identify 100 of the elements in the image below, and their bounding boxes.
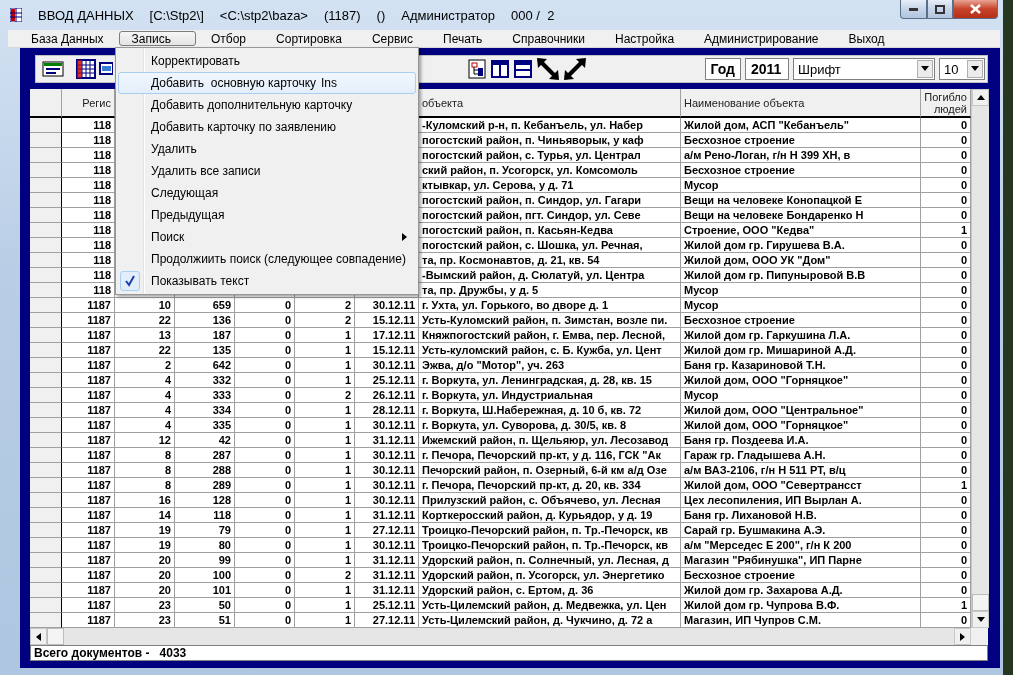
minimize-button[interactable] — [900, 0, 927, 19]
table-cell: 0 — [235, 583, 295, 598]
menu-item[interactable]: Настройка — [600, 31, 690, 47]
menu-item[interactable]: Сервис — [356, 31, 428, 47]
table-cell: 0 — [235, 493, 295, 508]
row-header[interactable] — [30, 193, 62, 208]
dropdown-arrow-icon — [921, 65, 929, 73]
row-header[interactable] — [30, 568, 62, 583]
table-cell: та, пр. Космонавтов, д. 21, кв. 54 — [419, 253, 681, 268]
row-header[interactable] — [30, 238, 62, 253]
column-header[interactable]: Наименование объекта — [681, 89, 921, 118]
scroll-right-button[interactable] — [954, 628, 971, 645]
scroll-thumb[interactable] — [47, 628, 64, 645]
row-header[interactable] — [30, 493, 62, 508]
table-cell: г. Печора, Печорский пр-кт, д. 20, кв. 334 — [419, 478, 681, 493]
table-cell: Прилузский район, с. Объячево, ул. Лесная — [419, 493, 681, 508]
menu-item[interactable]: Печать — [428, 31, 498, 47]
table-cell: 20 — [115, 568, 175, 583]
menu-option[interactable]: Корректировать — [118, 50, 416, 72]
table-cell: Усть-куломский район, с. Б. Кужба, ул. Цент — [419, 343, 681, 358]
row-header[interactable] — [30, 268, 62, 283]
row-header[interactable] — [30, 508, 62, 523]
menu-option[interactable]: Удалить — [118, 138, 416, 160]
row-header[interactable] — [30, 253, 62, 268]
menu-item[interactable]: Справочники — [497, 31, 600, 47]
scroll-thumb[interactable] — [972, 594, 989, 611]
row-header[interactable] — [30, 208, 62, 223]
diagonal-arrow-icon[interactable] — [536, 57, 560, 81]
row-header[interactable] — [30, 298, 62, 313]
scroll-down-button[interactable] — [972, 611, 989, 628]
menu-option[interactable]: Добавить дополнительную карточку — [118, 94, 416, 116]
year-field[interactable]: 2011 — [745, 58, 789, 80]
row-header[interactable] — [30, 373, 62, 388]
table-cell: 1187 — [62, 433, 115, 448]
scroll-left-button[interactable] — [30, 628, 47, 645]
menu-item[interactable]: Администрирование — [689, 31, 834, 47]
row-header[interactable] — [30, 223, 62, 238]
rows-icon[interactable] — [513, 59, 533, 79]
row-header[interactable] — [30, 478, 62, 493]
font-select[interactable]: Шрифт — [793, 58, 935, 80]
menu-option[interactable]: Следующая — [118, 182, 416, 204]
table-icon[interactable] — [76, 59, 96, 79]
row-header[interactable] — [30, 283, 62, 298]
vertical-scrollbar[interactable] — [971, 89, 989, 628]
table-cell: 0 — [235, 568, 295, 583]
table-cell: Жилой дом, ООО "Севертрансст — [681, 478, 921, 493]
maximize-button[interactable] — [927, 0, 953, 19]
row-header[interactable] — [30, 118, 62, 133]
menu-option[interactable]: Удалить все записи — [118, 160, 416, 182]
table-cell: Строение, ООО "Кедва" — [681, 223, 921, 238]
row-header[interactable] — [30, 523, 62, 538]
table-cell: 80 — [175, 538, 235, 553]
menu-option[interactable]: Добавить карточку по заявлению — [118, 116, 416, 138]
row-header[interactable] — [30, 613, 62, 628]
row-header[interactable] — [30, 538, 62, 553]
form-icon[interactable] — [42, 59, 64, 79]
table-cell: г. Воркута, ул. Индустриальная — [419, 388, 681, 403]
tree-icon[interactable] — [467, 59, 487, 79]
row-header[interactable] — [30, 418, 62, 433]
menu-option[interactable]: Добавить основную карточку Ins — [118, 72, 416, 94]
menu-item[interactable]: Запись — [118, 31, 196, 47]
row-header[interactable] — [30, 598, 62, 613]
row-header[interactable] — [30, 163, 62, 178]
row-header[interactable] — [30, 148, 62, 163]
column-header[interactable]: Погибло людей — [921, 89, 971, 118]
row-header[interactable] — [30, 448, 62, 463]
row-header[interactable] — [30, 403, 62, 418]
menu-option[interactable]: Поиск — [118, 226, 416, 248]
menu-option[interactable]: Показывать текст — [118, 270, 416, 292]
row-header[interactable] — [30, 553, 62, 568]
row-header[interactable] — [30, 433, 62, 448]
menu-item[interactable]: Отбор — [196, 31, 262, 47]
table-cell: 1 — [295, 508, 355, 523]
row-header[interactable] — [30, 343, 62, 358]
row-header[interactable] — [30, 388, 62, 403]
scroll-up-button[interactable] — [972, 89, 989, 106]
menu-item[interactable]: База Данных — [16, 31, 119, 47]
font-size-select[interactable]: 10 — [939, 58, 985, 80]
row-header[interactable] — [30, 358, 62, 373]
menu-item[interactable]: Сортировка — [261, 31, 357, 47]
table-cell: Удорский район, п. Усогорск, ул. Энергетико — [419, 568, 681, 583]
row-header[interactable] — [30, 583, 62, 598]
column-header[interactable]: Регис — [62, 89, 115, 118]
close-button[interactable] — [953, 0, 998, 19]
table-cell: погостский район, пгт. Синдор, ул. Севе — [419, 208, 681, 223]
column-header[interactable]: объекта — [419, 89, 681, 118]
diagonal-arrow-icon[interactable] — [563, 57, 587, 81]
menu-item[interactable]: Выход — [833, 31, 900, 47]
row-header[interactable] — [30, 313, 62, 328]
table-cell: -Вымский район, д. Сюлатуй, ул. Центра — [419, 268, 681, 283]
table-cell: 0 — [235, 508, 295, 523]
row-header[interactable] — [30, 328, 62, 343]
row-header[interactable] — [30, 463, 62, 478]
table-cell: 1 — [295, 553, 355, 568]
horizontal-scrollbar[interactable] — [30, 628, 988, 645]
menu-option[interactable]: Продолжиить поиск (следующее совпадение) — [118, 248, 416, 270]
menu-option[interactable]: Предыдущая — [118, 204, 416, 226]
row-header[interactable] — [30, 133, 62, 148]
row-header[interactable] — [30, 178, 62, 193]
columns-icon[interactable] — [490, 59, 510, 79]
